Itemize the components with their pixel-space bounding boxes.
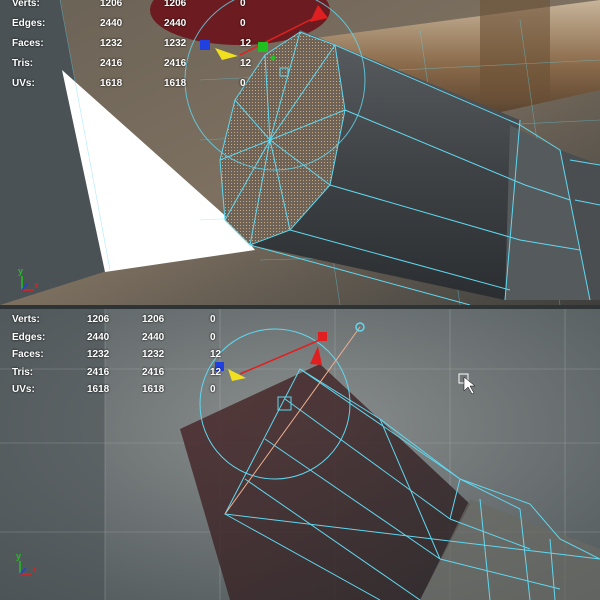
hud-value-object: 1618 — [100, 78, 123, 89]
hud-value-object: 1206 — [87, 314, 110, 325]
hud-value-object: 2416 — [87, 366, 110, 378]
hud-value-component: 0 — [240, 78, 246, 89]
hud-value-selected: 1232 — [164, 38, 187, 49]
hud-label: Verts: — [12, 0, 40, 9]
hud-value-selected: 2416 — [142, 366, 165, 378]
perspective-viewport-top[interactable]: Verts: 1206 1206 0 Edges: 2440 2440 0 Fa… — [0, 0, 600, 305]
hud-label: Edges: — [12, 18, 46, 29]
hud-value-selected: 1232 — [142, 349, 165, 360]
x-axis-handle[interactable] — [318, 332, 327, 341]
hud-value-component: 12 — [240, 58, 252, 69]
hud-value-object: 2440 — [100, 18, 123, 29]
hud-value-selected: 1206 — [142, 314, 165, 325]
hud-label: UVs: — [12, 78, 35, 89]
hud-value-component: 0 — [210, 314, 216, 325]
hud-label: Faces: — [12, 349, 44, 360]
hud-value-object: 1206 — [100, 0, 123, 9]
hud-value-selected: 2416 — [164, 58, 187, 69]
hud-value-component: 12 — [240, 38, 252, 49]
axis-label-y: y — [18, 266, 24, 276]
hud-value-object: 2416 — [100, 58, 123, 69]
viewport-scene-top[interactable] — [0, 0, 600, 305]
axis-label-x: x — [32, 564, 38, 574]
hud-value-object: 1232 — [87, 349, 110, 360]
y-axis-handle[interactable] — [258, 42, 268, 52]
hud-label: Faces: — [12, 38, 44, 49]
hud-value-selected: 2440 — [142, 331, 165, 343]
hud-label: Verts: — [12, 314, 40, 325]
hud-value-selected: 2440 — [164, 18, 187, 29]
hud-label: Tris: — [12, 366, 34, 378]
hud-value-object: 2440 — [87, 331, 110, 343]
hud-value-component: 0 — [240, 18, 246, 29]
hud-value-object: 1618 — [87, 384, 110, 395]
hud-value-selected: 1618 — [164, 78, 187, 89]
perspective-viewport-bottom[interactable]: Verts: 1206 1206 0 Edges: 2440 2440 0 Fa… — [0, 309, 600, 600]
hud-value-selected: 1618 — [142, 384, 165, 395]
hud-value-component: 12 — [210, 366, 222, 378]
hud-value-component: 12 — [210, 349, 222, 360]
hud-label: UVs: — [12, 384, 35, 395]
z-axis-handle[interactable] — [200, 40, 210, 50]
hud-value-component: 0 — [210, 384, 216, 395]
hud-value-component: 0 — [210, 331, 216, 343]
hud-value-component: 0 — [240, 0, 246, 9]
hud-value-object: 1232 — [100, 38, 123, 49]
hud-value-selected: 1206 — [164, 0, 187, 9]
hud-label: Edges: — [12, 331, 46, 343]
axis-label-y: y — [16, 551, 22, 561]
hud-label: Tris: — [12, 58, 34, 69]
pipe-fitting — [480, 0, 550, 100]
axis-label-x: x — [34, 280, 40, 290]
